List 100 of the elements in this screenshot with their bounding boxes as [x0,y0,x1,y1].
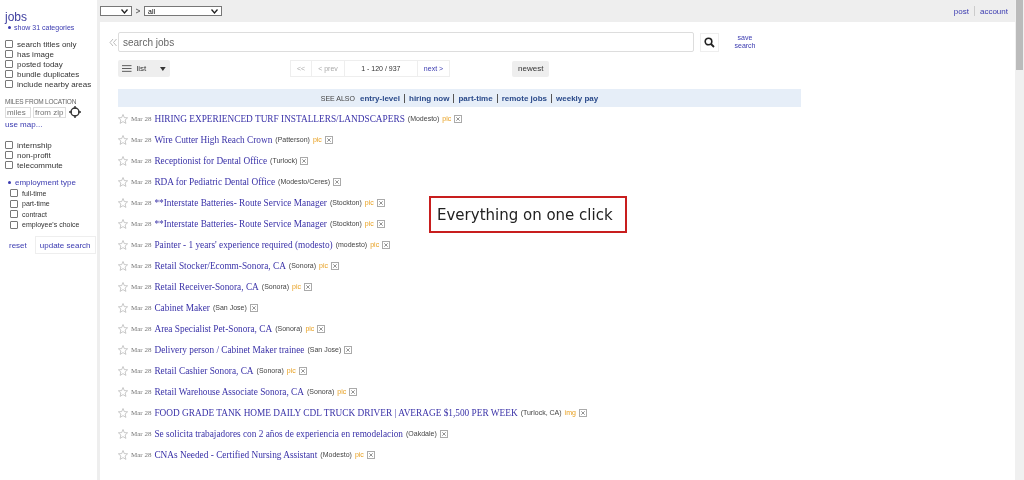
checkbox-label: include nearby areas [17,79,92,89]
hide-icon[interactable] [304,282,312,291]
hide-icon[interactable] [331,261,340,270]
listing-title-link[interactable]: Cabinet Maker [154,302,210,313]
star-icon[interactable] [118,218,128,229]
listing-title-link[interactable]: Area Specialist Pet-Sonora, CA [154,323,273,334]
listing-title-link[interactable]: Retail Receiver-Sonora, CA [154,281,259,292]
hide-icon[interactable] [333,177,342,186]
zip-field[interactable]: from zip [33,106,66,118]
listing-title-link[interactable]: **Interstate Batteries- Route Service Manager [154,218,327,229]
see-also-link[interactable]: part-time [458,93,493,103]
area-dropdown[interactable] [100,6,132,16]
hide-icon[interactable] [382,240,391,249]
checkbox[interactable] [5,60,13,68]
caret-icon [160,66,166,71]
star-icon[interactable] [118,344,128,355]
caret-icon [121,8,128,14]
hide-icon[interactable] [376,219,385,228]
caret-icon [211,8,218,14]
checkbox[interactable] [5,70,13,78]
star-icon[interactable] [118,260,128,271]
listing-title-link[interactable]: RDA for Pediatric Dental Office [154,176,276,187]
star-icon[interactable] [118,449,128,460]
hide-icon[interactable] [249,303,258,312]
hide-icon[interactable] [298,366,307,375]
see-also-link[interactable]: remote jobs [501,93,547,103]
see-also-link[interactable]: weekly pay [556,93,599,103]
star-icon[interactable] [118,155,128,166]
listing-title-link[interactable]: Retail Stocker/Ecomm-Sonora, CA [154,260,286,271]
hide-icon[interactable] [300,156,309,165]
checkbox[interactable] [10,189,18,198]
checkbox-label: bundle duplicates [17,69,80,79]
sort-button[interactable]: newest [512,60,550,77]
hide-icon[interactable] [324,135,333,144]
checkbox[interactable] [5,50,13,58]
listing-title-link[interactable]: Receptionist for Dental Office [154,155,268,166]
star-icon[interactable] [118,428,128,439]
listing-title-link[interactable]: Se solicita trabajadores con 2 años de experiencia en remodelacion [154,428,403,439]
miles-field[interactable]: miles [5,106,31,118]
checkbox[interactable] [5,141,13,149]
star-icon[interactable] [118,365,128,376]
list-icon [122,65,132,72]
checkbox[interactable] [10,220,18,229]
checkbox-label: posted today [17,59,63,69]
chevron-icon [135,8,141,14]
checkbox[interactable] [5,161,13,169]
category-title: jobs [5,10,28,24]
star-icon[interactable] [118,176,128,187]
collapse-icon[interactable] [109,37,117,47]
crosshair-icon[interactable] [69,106,81,118]
header-link[interactable]: account [979,6,1008,16]
listing-title-link[interactable]: Retail Warehouse Associate Sonora, CA [154,386,305,397]
star-icon[interactable] [118,302,128,313]
hide-icon[interactable] [578,408,587,417]
listing-title-link[interactable]: Retail Cashier Sonora, CA [154,365,254,376]
checkbox-label: has image [17,49,54,59]
view-dropdown[interactable]: list [118,60,170,77]
hide-icon[interactable] [366,450,375,459]
hide-icon[interactable] [376,198,385,207]
star-icon[interactable] [118,323,128,334]
star-icon[interactable] [118,197,128,208]
see-also-link[interactable]: entry-level [359,93,400,103]
checkbox[interactable] [5,151,13,159]
search-field[interactable]: search jobs [118,32,694,52]
annotation-callout: Everything on one click [429,196,627,233]
checkbox-label: search titles only [17,39,77,49]
header-link[interactable]: post [953,6,969,16]
star-icon[interactable] [118,113,128,124]
checkbox-label: telecommute [17,160,63,170]
star-icon[interactable] [118,281,128,292]
employment-type-link[interactable]: employment type [15,178,76,187]
hide-icon[interactable] [439,429,448,438]
listing-title-link[interactable]: FOOD GRADE TANK HOME DAILY CDL TRUCK DRIVER | AVERAGE $1,500 PER WEEK [154,407,518,418]
star-icon[interactable] [118,239,128,250]
use-map-link[interactable]: use map... [5,120,97,129]
checkbox-label: internship [17,140,52,150]
star-icon[interactable] [118,386,128,397]
star-icon[interactable] [118,407,128,418]
reset-link[interactable]: reset [9,240,27,250]
hide-icon[interactable] [349,387,358,396]
checkbox[interactable] [10,199,18,208]
listing-title-link[interactable]: CNAs Needed - Certified Nursing Assistant [154,449,318,460]
update-search-button[interactable]: update search [34,236,96,254]
hide-icon[interactable] [454,114,463,123]
listing-title-link[interactable]: **Interstate Batteries- Route Service Manager [154,197,327,208]
checkbox[interactable] [10,210,18,219]
checkbox[interactable] [5,40,13,48]
scrollbar-thumb[interactable] [1016,0,1023,70]
scrollbar[interactable] [1015,0,1024,480]
listing-title-link[interactable]: HIRING EXPERIENCED TURF INSTALLERS/LANDSCAPERS [154,113,405,124]
listing-title-link[interactable]: Painter - 1 years' experience required (modesto) [154,239,333,250]
search-icon [704,36,715,48]
see-also-link[interactable]: hiring now [409,93,450,103]
hide-icon[interactable] [344,345,353,354]
checkbox[interactable] [5,80,13,88]
listing-title-link[interactable]: Delivery person / Cabinet Maker trainee [154,344,305,355]
star-icon[interactable] [118,134,128,145]
hide-icon[interactable] [317,324,326,333]
search-button[interactable] [700,32,719,52]
listing-title-link[interactable]: Wire Cutter High Reach Crown [154,134,273,145]
